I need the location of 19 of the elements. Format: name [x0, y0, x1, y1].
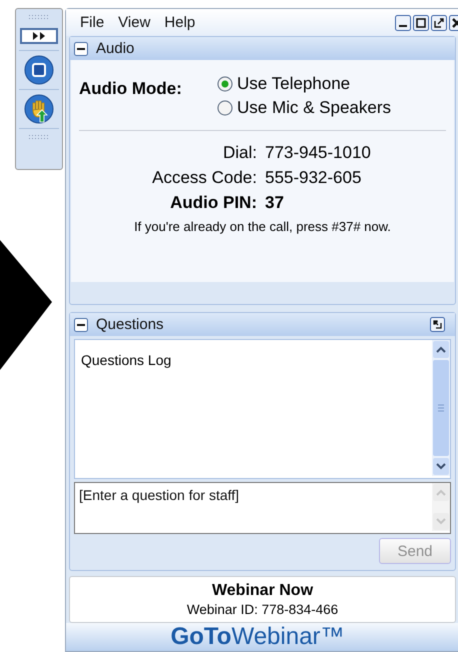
call-note: If you're already on the call, press #37# now.: [133, 219, 392, 234]
audio-mode-label: Audio Mode:: [79, 79, 183, 100]
panel-title: Questions: [96, 316, 164, 333]
webinar-id: Webinar ID: 778-834-466: [186, 602, 338, 617]
logo: GoToWebinar™: [170, 623, 344, 651]
detail-label: Audio PIN:: [169, 192, 257, 214]
radio-label[interactable]: Use Mic & Speakers: [237, 98, 391, 118]
detail-value: 37: [265, 192, 285, 214]
menu-item[interactable]: View: [118, 14, 150, 31]
detail-label: Access Code:: [151, 167, 257, 189]
webinar-name: Webinar Now: [212, 582, 314, 600]
menu-item[interactable]: Help: [164, 14, 196, 31]
log-title: Questions Log: [80, 351, 172, 370]
detail-value: 773-945-1010: [265, 142, 372, 164]
radio-label[interactable]: Use Telephone: [237, 74, 350, 94]
detail-value: 555-932-605: [265, 167, 362, 189]
detail-label: Dial:: [222, 142, 257, 164]
panel-title: Audio: [96, 40, 134, 57]
menu-item[interactable]: File: [80, 14, 104, 31]
